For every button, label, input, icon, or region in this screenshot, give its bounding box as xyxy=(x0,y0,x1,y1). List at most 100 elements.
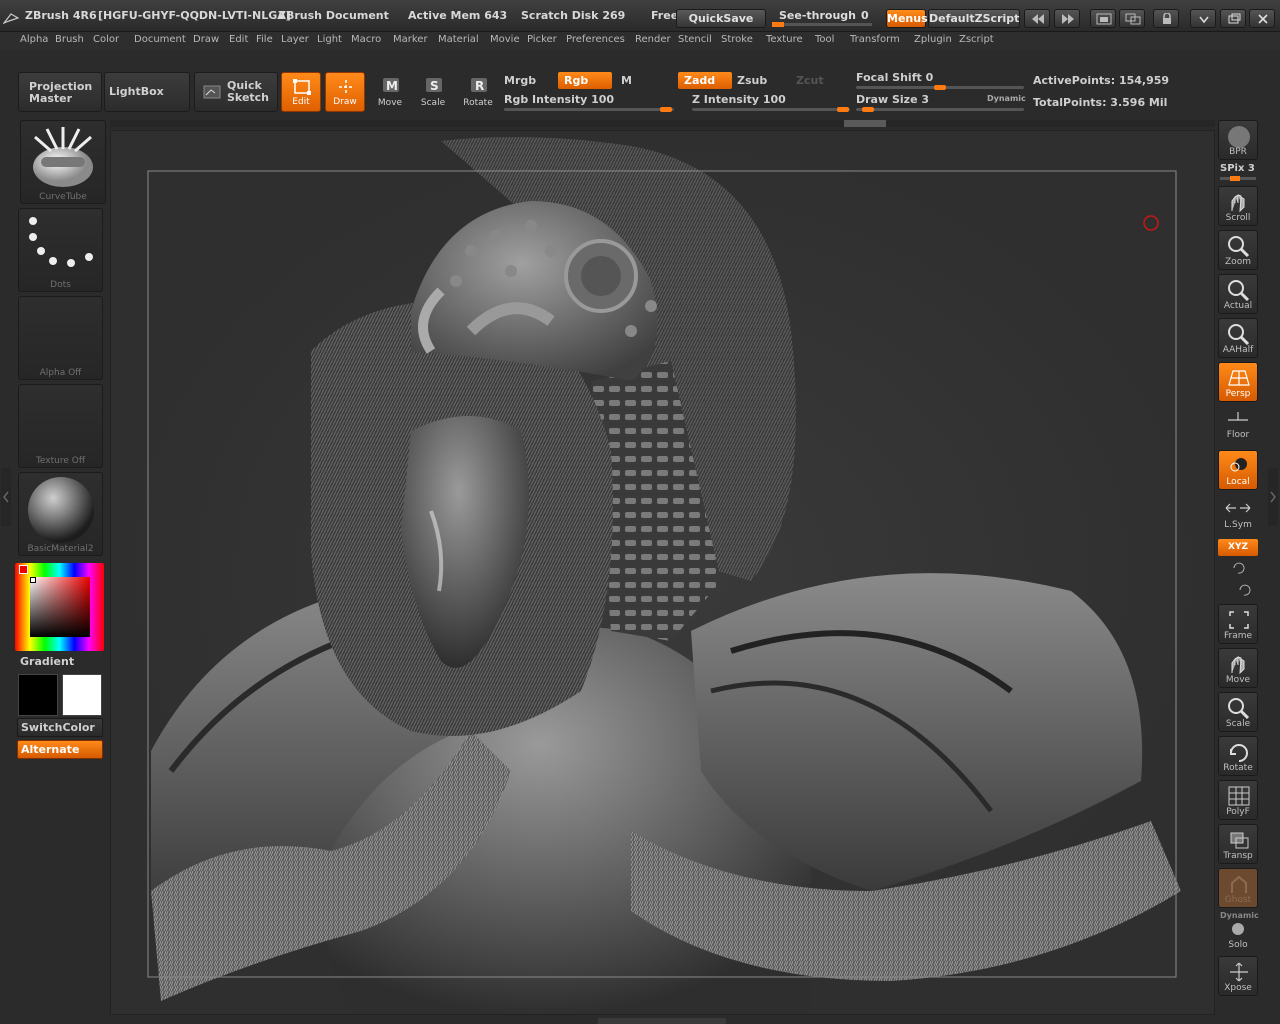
scale-view-button[interactable]: Scale xyxy=(1218,692,1258,732)
menu-movie[interactable]: Movie xyxy=(490,34,520,45)
spix-slider[interactable] xyxy=(1220,176,1256,181)
see-through-slider[interactable]: See-through 0 xyxy=(770,7,882,29)
rgb-intensity-knob[interactable] xyxy=(660,107,672,112)
color-picker-marker[interactable] xyxy=(30,577,36,583)
menu-render[interactable]: Render xyxy=(635,34,671,45)
document-canvas[interactable] xyxy=(110,130,1215,1015)
edit-mode-button[interactable]: Edit xyxy=(281,72,321,112)
ghost-button[interactable]: Ghost xyxy=(1218,868,1258,908)
quicksave-button[interactable]: QuickSave xyxy=(676,9,766,28)
polyf-button[interactable]: PolyF xyxy=(1218,780,1258,820)
spix-knob[interactable] xyxy=(1230,176,1240,181)
alpha-selector[interactable]: Alpha Off xyxy=(18,296,103,380)
bpr-button[interactable]: BPR xyxy=(1218,120,1258,160)
color-picker[interactable] xyxy=(15,563,104,651)
z-intensity-slider[interactable] xyxy=(692,107,850,112)
rgb-button[interactable]: Rgb xyxy=(558,72,612,89)
menu-macro[interactable]: Macro xyxy=(351,34,381,45)
alternate-button[interactable]: Alternate xyxy=(17,740,103,759)
lsym-button[interactable]: L.Sym xyxy=(1218,500,1258,532)
scroll-button[interactable]: Scroll xyxy=(1218,186,1258,226)
z-intensity-knob[interactable] xyxy=(837,107,849,112)
menu-stroke[interactable]: Stroke xyxy=(721,34,753,45)
scroll-left-icon[interactable] xyxy=(1024,9,1050,28)
layout-icon[interactable] xyxy=(1090,9,1116,28)
quick-sketch-button[interactable]: Quick Sketch xyxy=(194,72,278,112)
close-icon[interactable] xyxy=(1249,9,1275,28)
xpose-button[interactable]: Xpose xyxy=(1218,956,1258,996)
mrgb-button[interactable]: Mrgb xyxy=(504,74,536,87)
menu-stencil[interactable]: Stencil xyxy=(678,34,712,45)
menu-brush[interactable]: Brush xyxy=(55,34,84,45)
solo-button[interactable]: Solo xyxy=(1218,920,1258,952)
gradient-label[interactable]: Gradient xyxy=(20,655,74,668)
menu-alpha[interactable]: Alpha xyxy=(20,34,48,45)
rotate-mode-button[interactable]: R Rotate xyxy=(458,72,498,112)
menu-marker[interactable]: Marker xyxy=(393,34,428,45)
menu-document[interactable]: Document xyxy=(134,34,186,45)
move-view-button[interactable]: Move xyxy=(1218,648,1258,688)
menu-layer[interactable]: Layer xyxy=(281,34,309,45)
frame-button[interactable]: Frame xyxy=(1218,604,1258,644)
lock-icon[interactable] xyxy=(1153,9,1179,28)
color-picker-hue-marker[interactable] xyxy=(19,565,28,574)
menu-zplugin[interactable]: Zplugin xyxy=(914,34,952,45)
sculpt-model[interactable] xyxy=(111,131,1215,1015)
zsub-button[interactable]: Zsub xyxy=(737,74,767,87)
minimize-icon[interactable] xyxy=(1190,9,1216,28)
top-scrollbar[interactable] xyxy=(110,120,1215,127)
brush-selector[interactable]: CurveTube xyxy=(20,120,106,204)
floor-button[interactable]: Floor xyxy=(1218,408,1258,442)
menu-zscript[interactable]: Zscript xyxy=(959,34,994,45)
draw-mode-button[interactable]: Draw xyxy=(325,72,365,112)
bottom-tray-toggle[interactable] xyxy=(598,1018,726,1024)
see-through-knob[interactable] xyxy=(772,22,784,27)
menu-file[interactable]: File xyxy=(256,34,273,45)
focal-shift-knob[interactable] xyxy=(934,85,946,90)
focal-shift-slider[interactable] xyxy=(856,85,1024,90)
menu-tool[interactable]: Tool xyxy=(815,34,834,45)
solo-dynamic-label[interactable]: Dynamic xyxy=(1220,911,1259,920)
secondary-color-swatch[interactable] xyxy=(62,674,102,716)
menu-texture[interactable]: Texture xyxy=(766,34,803,45)
actual-button[interactable]: Actual xyxy=(1218,274,1258,314)
m-button[interactable]: M xyxy=(621,74,632,87)
switch-color-button[interactable]: SwitchColor xyxy=(17,718,103,737)
color-picker-field[interactable] xyxy=(30,577,90,637)
restore-icon[interactable] xyxy=(1220,9,1246,28)
scale-mode-button[interactable]: S Scale xyxy=(413,72,453,112)
menu-draw[interactable]: Draw xyxy=(193,34,219,45)
menu-light[interactable]: Light xyxy=(317,34,342,45)
menu-preferences[interactable]: Preferences xyxy=(566,34,625,45)
transp-button[interactable]: Transp xyxy=(1218,824,1258,864)
menu-picker[interactable]: Picker xyxy=(527,34,557,45)
xyz-rotation-button[interactable]: XYZ xyxy=(1218,539,1258,556)
texture-selector[interactable]: Texture Off xyxy=(18,384,103,468)
menu-transform[interactable]: Transform xyxy=(850,34,900,45)
rotate-view-button[interactable]: Rotate xyxy=(1218,736,1258,776)
default-zscript-button[interactable]: DefaultZScript xyxy=(928,9,1020,28)
y-rotation-icon[interactable] xyxy=(1230,560,1246,576)
lightbox-button[interactable]: LightBox xyxy=(104,72,190,112)
dynamic-toggle[interactable]: Dynamic xyxy=(987,94,1026,103)
draw-size-knob[interactable] xyxy=(862,107,874,112)
draw-size-slider[interactable] xyxy=(856,107,1024,112)
menu-color[interactable]: Color xyxy=(93,34,119,45)
move-mode-button[interactable]: M Move xyxy=(370,72,410,112)
top-scrollbar-thumb[interactable] xyxy=(844,120,886,127)
zcut-button[interactable]: Zcut xyxy=(796,74,824,87)
layout-alt-icon[interactable] xyxy=(1119,9,1145,28)
right-tray-toggle[interactable] xyxy=(1268,468,1278,526)
menu-material[interactable]: Material xyxy=(438,34,479,45)
zadd-button[interactable]: Zadd xyxy=(678,72,732,89)
stroke-selector[interactable]: Dots xyxy=(18,208,103,292)
menu-edit[interactable]: Edit xyxy=(229,34,248,45)
projection-master-button[interactable]: Projection Master xyxy=(18,72,102,112)
zoom-button[interactable]: Zoom xyxy=(1218,230,1258,270)
menus-button[interactable]: Menus xyxy=(886,9,928,28)
aahalf-button[interactable]: AAHalf xyxy=(1218,318,1258,358)
z-rotation-icon[interactable] xyxy=(1236,582,1252,598)
left-tray-toggle[interactable] xyxy=(1,468,11,526)
material-selector[interactable]: BasicMaterial2 xyxy=(18,472,103,556)
rgb-intensity-slider[interactable] xyxy=(504,107,674,112)
